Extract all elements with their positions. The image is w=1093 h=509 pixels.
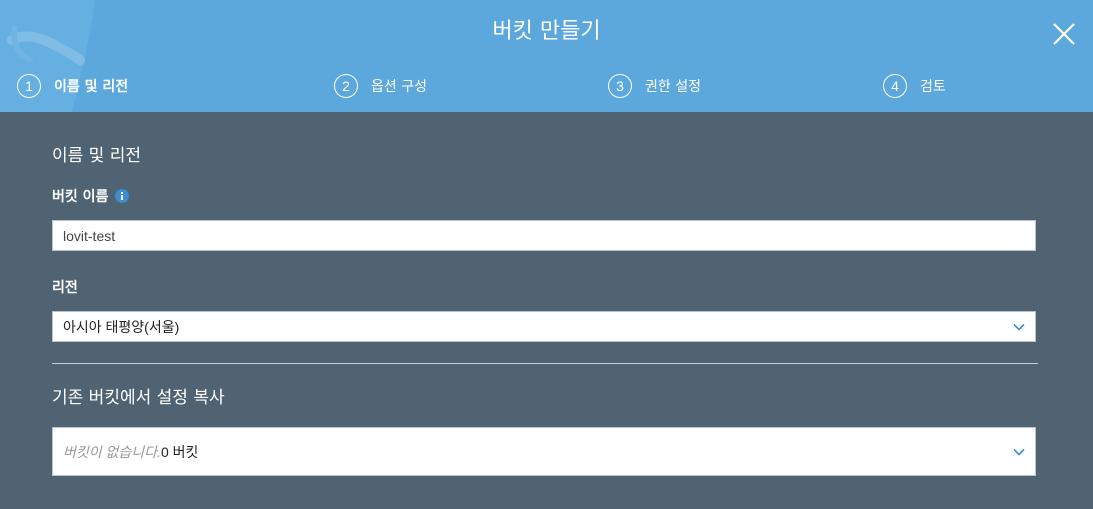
- name-region-section-title: 이름 및 리전: [52, 146, 142, 166]
- bucket-name-label-text: 버킷 이름: [52, 189, 109, 205]
- chevron-down-icon: [1013, 448, 1025, 456]
- region-select[interactable]: 아시아 태평양(서울): [52, 311, 1036, 342]
- step-configure-options[interactable]: 2 옵션 구성: [334, 73, 427, 99]
- bucket-name-label: 버킷 이름: [52, 186, 130, 206]
- no-buckets-text: 버킷이 없습니다.: [63, 443, 161, 460]
- close-icon[interactable]: [1050, 20, 1078, 48]
- step-label: 권한 설정: [645, 79, 701, 95]
- step-name-region[interactable]: 1 이름 및 리전: [17, 73, 128, 99]
- step-set-permissions[interactable]: 3 권한 설정: [608, 73, 701, 99]
- step-label: 옵션 구성: [371, 79, 427, 95]
- step-label: 이름 및 리전: [54, 79, 129, 95]
- region-select-value: 아시아 태평양(서울): [63, 318, 180, 335]
- step-number: 2: [334, 74, 358, 98]
- bucket-count-text: 0 버킷: [160, 443, 199, 460]
- copy-settings-section-title: 기존 버킷에서 설정 복사: [52, 388, 225, 408]
- step-label: 검토: [920, 79, 946, 95]
- bucket-name-input[interactable]: lovit-test: [52, 220, 1036, 251]
- info-icon[interactable]: [115, 189, 130, 203]
- chevron-down-icon: [1013, 323, 1025, 331]
- bucket-name-value: lovit-test: [63, 227, 116, 244]
- step-number: 4: [883, 74, 907, 98]
- dialog-header: 버킷 만들기 1 이름 및 리전 2 옵션 구성 3 권한 설정 4 검토: [0, 0, 1093, 112]
- copy-settings-select[interactable]: 버킷이 없습니다. 0 버킷: [52, 427, 1036, 476]
- step-review[interactable]: 4 검토: [883, 73, 946, 99]
- dialog-title: 버킷 만들기: [492, 19, 601, 44]
- step-number: 1: [17, 74, 41, 98]
- step-number: 3: [608, 74, 632, 98]
- region-label: 리전: [52, 280, 78, 296]
- section-divider: [52, 363, 1038, 364]
